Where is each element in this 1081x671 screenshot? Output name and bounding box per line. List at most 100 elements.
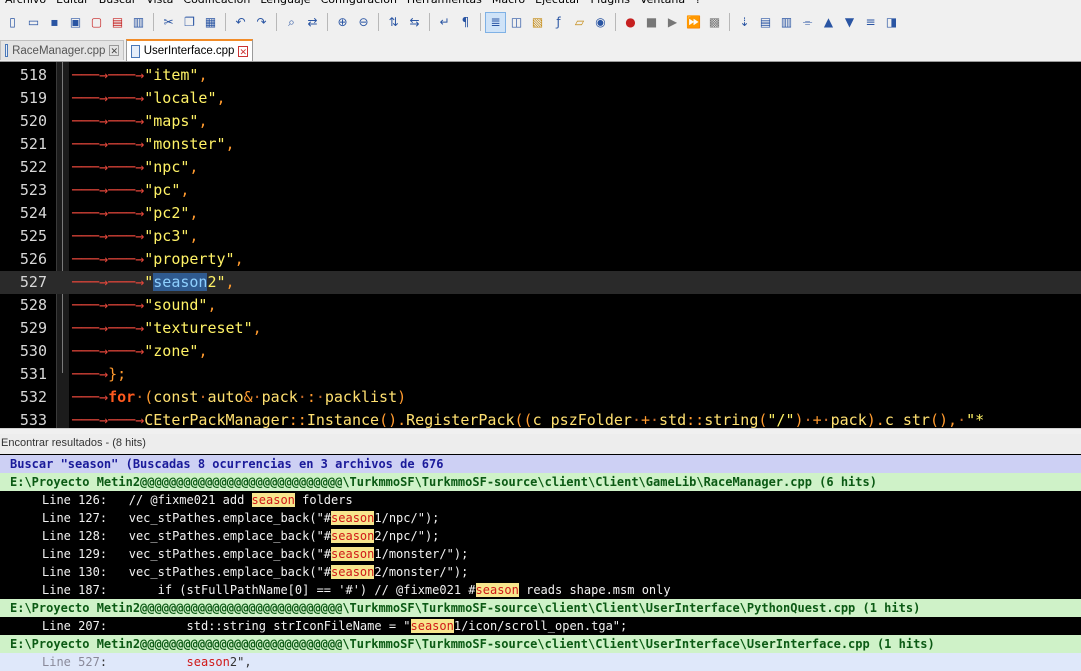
menu-item[interactable]: Plugins (586, 0, 635, 7)
result-hit-row[interactable]: Line 527: season2", (0, 653, 1081, 671)
menu-item[interactable]: Ejecutar (530, 0, 585, 7)
result-hit-row[interactable]: Line 187: if (stFullPathName[0] == '#') … (0, 581, 1081, 599)
udl-icon[interactable]: ◫ (507, 13, 526, 32)
tab-userinterface[interactable]: UserInterface.cpp ✕ (126, 39, 253, 61)
zoom-out-icon[interactable]: ⊖ (354, 13, 373, 32)
run-macro-multiple-icon[interactable]: ⏩ (684, 13, 703, 32)
close-tab-icon[interactable]: ✕ (238, 45, 248, 57)
panel-2-icon[interactable]: ▥ (777, 13, 796, 32)
collapse-icon[interactable]: ⌯ (798, 13, 817, 32)
word-wrap-icon[interactable]: ↵ (435, 13, 454, 32)
show-all-chars-icon[interactable]: ¶ (456, 13, 475, 32)
menu-item[interactable]: Archivo (0, 0, 51, 7)
indent-guide-icon[interactable]: ≣ (485, 11, 506, 33)
align-icon[interactable]: ≡ (861, 13, 880, 32)
menu-item[interactable]: Herramientas (402, 0, 487, 7)
code-line[interactable]: 529 ───→───→"textureset", (0, 317, 1081, 340)
hit-match: season (331, 565, 375, 579)
undo-icon[interactable]: ↶ (231, 13, 250, 32)
result-file-header[interactable]: E:\Proyecto Metin2@@@@@@@@@@@@@@@@@@@@@@… (0, 599, 1081, 617)
hit-match: season (410, 619, 454, 633)
print-icon[interactable]: ▥ (129, 13, 148, 32)
menu-item[interactable]: Lenguaje (255, 0, 315, 7)
menu-item[interactable]: Codificación (178, 0, 255, 7)
code-line[interactable]: 520 ───→───→"maps", (0, 110, 1081, 133)
sync-horizontal-icon[interactable]: ⇆ (405, 13, 424, 32)
result-file-header[interactable]: E:\Proyecto Metin2@@@@@@@@@@@@@@@@@@@@@@… (0, 473, 1081, 491)
find-results-panel[interactable]: Buscar "season" (Buscadas 8 ocurrencias … (0, 454, 1081, 671)
save-icon[interactable]: ▪ (45, 13, 64, 32)
result-hit-row[interactable]: Line 207: std::string strIconFileName = … (0, 617, 1081, 635)
tab-label: RaceManager.cpp (12, 44, 106, 57)
selection-highlight: season (153, 273, 208, 291)
menu-item[interactable]: Ventana (635, 0, 690, 7)
hit-post-text: 2", (229, 655, 252, 669)
hit-line-label: Line (42, 493, 71, 507)
tab-arrow-icon: ───→ (72, 342, 109, 360)
code-line[interactable]: 523 ───→───→"pc", (0, 179, 1081, 202)
result-hit-row[interactable]: Line 128: vec_stPathes.emplace_back("#se… (0, 527, 1081, 545)
code-line[interactable]: 531 ───→}; (0, 363, 1081, 386)
menu-item[interactable]: Vista (141, 0, 178, 7)
save-macro-icon[interactable]: ▩ (705, 13, 724, 32)
close-tab-icon[interactable]: ✕ (109, 45, 119, 56)
function-list-icon[interactable]: ƒ (549, 13, 568, 32)
code-text: ───→───→"pc2", (72, 204, 199, 222)
paste-icon[interactable]: ▦ (201, 13, 220, 32)
code-line[interactable]: 521 ───→───→"monster", (0, 133, 1081, 156)
menu-item[interactable]: ? (690, 0, 706, 7)
record-macro-icon[interactable]: ● (621, 13, 640, 32)
next-icon[interactable]: ▼ (840, 13, 859, 32)
prev-icon[interactable]: ▲ (819, 13, 838, 32)
code-line[interactable]: 533 ───→───→CEterPackManager::Instance().… (0, 409, 1081, 428)
redo-icon[interactable]: ↷ (252, 13, 271, 32)
toolbar-separator (729, 13, 730, 31)
panel-1-icon[interactable]: ▤ (756, 13, 775, 32)
code-line[interactable]: 519 ───→───→"locale", (0, 87, 1081, 110)
menu-item[interactable]: Macro (487, 0, 530, 7)
result-hit-row[interactable]: Line 126: // @fixme021 add season folder… (0, 491, 1081, 509)
panel-3-icon[interactable]: ◨ (882, 13, 901, 32)
result-hit-row[interactable]: Line 130: vec_stPathes.emplace_back("#se… (0, 563, 1081, 581)
result-hit-row[interactable]: Line 127: vec_stPathes.emplace_back("#se… (0, 509, 1081, 527)
close-all-icon[interactable]: ▤ (108, 13, 127, 32)
play-macro-icon[interactable]: ▶ (663, 13, 682, 32)
folder-as-workspace-icon[interactable]: ▱ (570, 13, 589, 32)
close-icon[interactable]: ▢ (87, 13, 106, 32)
code-line[interactable]: 530 ───→───→"zone", (0, 340, 1081, 363)
hit-line-number: 126 (78, 493, 100, 507)
save-all-icon[interactable]: ▣ (66, 13, 85, 32)
hit-line-number: 187 (78, 583, 100, 597)
file-icon (5, 44, 9, 57)
zoom-in-icon[interactable]: ⊕ (333, 13, 352, 32)
code-editor[interactable]: 518 ───→───→"item", 519 ───→───→"locale", 52… (0, 62, 1081, 428)
copy-icon[interactable]: ❐ (180, 13, 199, 32)
code-line[interactable]: 525 ───→───→"pc3", (0, 225, 1081, 248)
tab-racemanager[interactable]: RaceManager.cpp ✕ (0, 40, 124, 60)
compare-icon[interactable]: ⇣ (735, 13, 754, 32)
code-line[interactable]: 526 ───→───→"property", (0, 248, 1081, 271)
open-file-icon[interactable]: ▭ (24, 13, 43, 32)
code-line[interactable]: 532 ───→for·(const·auto&·pack·:·packlist) (0, 386, 1081, 409)
menu-item[interactable]: Buscar (94, 0, 142, 7)
cut-icon[interactable]: ✂ (159, 13, 178, 32)
result-hit-row[interactable]: Line 129: vec_stPathes.emplace_back("#se… (0, 545, 1081, 563)
result-file-header[interactable]: E:\Proyecto Metin2@@@@@@@@@@@@@@@@@@@@@@… (0, 635, 1081, 653)
code-line[interactable]: 528 ───→───→"sound", (0, 294, 1081, 317)
code-line[interactable]: 524 ───→───→"pc2", (0, 202, 1081, 225)
sync-vertical-icon[interactable]: ⇅ (384, 13, 403, 32)
menu-item[interactable]: Editar (51, 0, 94, 7)
line-number: 529 (19, 319, 47, 337)
stop-macro-icon[interactable]: ■ (642, 13, 661, 32)
code-line[interactable]: 522 ───→───→"npc", (0, 156, 1081, 179)
search-summary[interactable]: Buscar "season" (Buscadas 8 ocurrencias … (0, 455, 1081, 473)
new-file-icon[interactable]: ▯ (3, 13, 22, 32)
code-line[interactable]: 518 ───→───→"item", (0, 64, 1081, 87)
replace-icon[interactable]: ⇄ (303, 13, 322, 32)
menu-item[interactable]: Configuración (316, 0, 402, 7)
doc-map-icon[interactable]: ▧ (528, 13, 547, 32)
tab-arrow-icon: ───→ (72, 89, 109, 107)
find-icon[interactable]: ⌕ (282, 13, 301, 32)
code-line[interactable]: 527 ───→───→"season2", (0, 271, 1081, 294)
monitoring-icon[interactable]: ◉ (591, 13, 610, 32)
